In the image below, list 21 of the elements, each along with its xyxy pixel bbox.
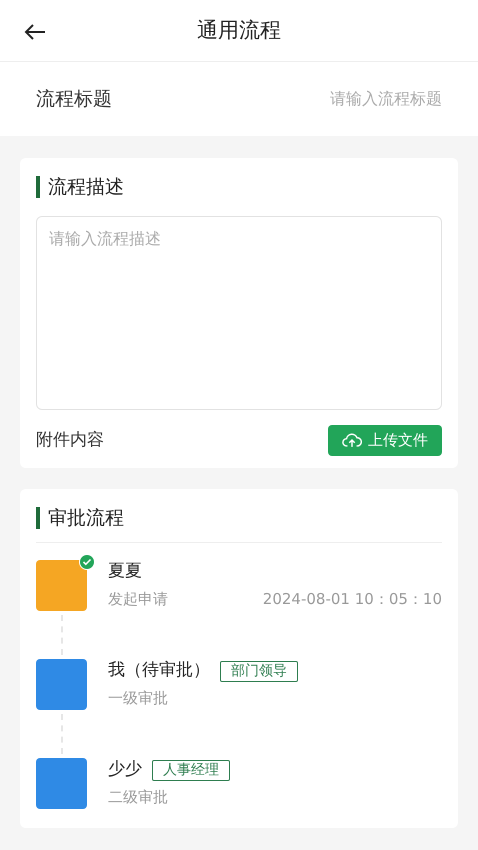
step-label: 二级审批 [108, 787, 168, 808]
back-icon[interactable] [24, 24, 46, 40]
approver-name: 夏夏 [108, 560, 142, 584]
accent-bar [36, 507, 40, 529]
section-heading: 流程描述 [48, 174, 124, 200]
accent-bar [36, 176, 40, 198]
timestamp: 2024-08-01 10：05：10 [262, 589, 442, 610]
role-tag: 部门领导 [220, 660, 298, 682]
cloud-upload-icon [342, 432, 362, 449]
description-field[interactable]: 请输入流程描述 [36, 216, 442, 410]
page-title: 通用流程 [197, 16, 281, 44]
input-field[interactable]: 请输入流程标题 [242, 87, 442, 111]
approver-name: 少少 [108, 758, 142, 782]
role-tag: 人事经理 [152, 760, 230, 780]
field-label: 流程标题 [36, 86, 112, 112]
approver-name: 我（待审批） [108, 659, 210, 682]
step-label: 发起申请 [108, 589, 168, 610]
attachment-label: 附件内容 [36, 428, 104, 452]
section-heading: 审批流程 [48, 506, 124, 531]
upload-button[interactable]: 上传文件 [328, 425, 442, 456]
step-label: 一级审批 [108, 688, 168, 709]
